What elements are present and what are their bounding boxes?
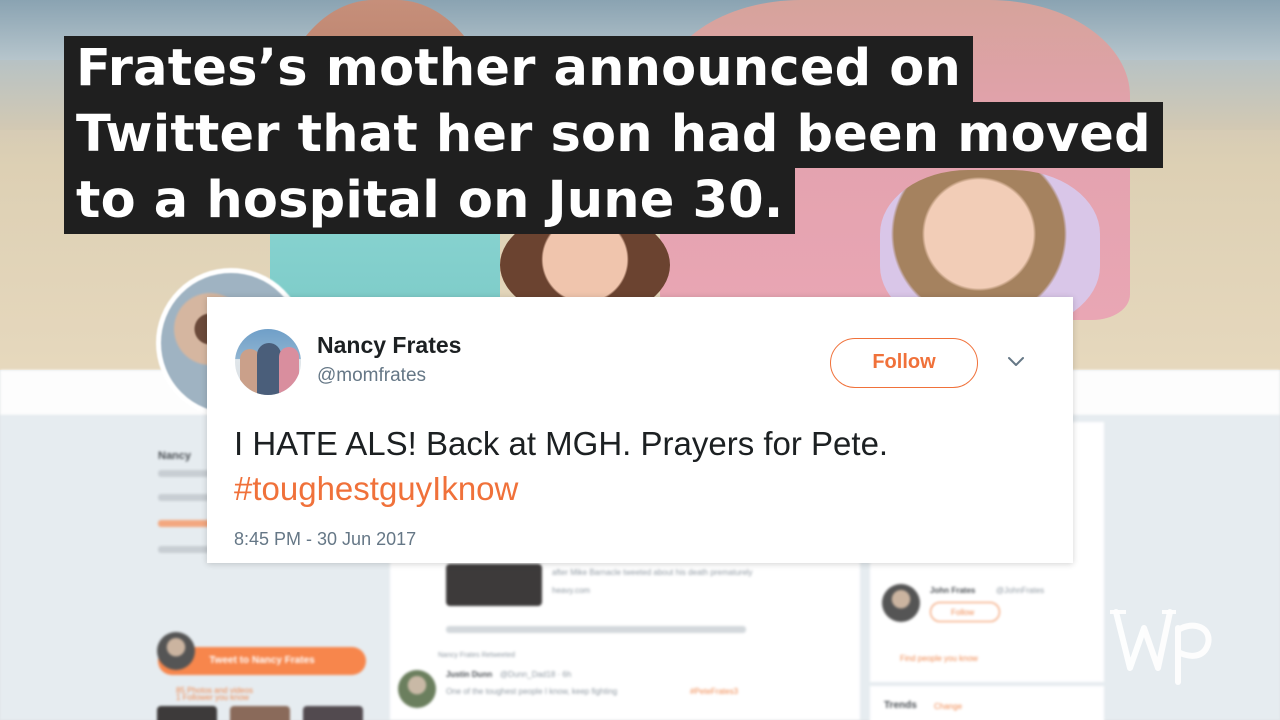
suggested-name[interactable]: John Frates [930,586,975,595]
suggested-avatar[interactable] [882,584,920,622]
tweet-timestamp[interactable]: 8:45 PM - 30 Jun 2017 [234,529,416,550]
reply-handle: @Dunn_Dad18 · 6h [500,670,572,679]
find-people-link[interactable]: Find people you know [900,654,978,663]
follower-avatar[interactable] [157,632,195,670]
avatar-figure [279,347,299,395]
avatar-figure [257,343,281,395]
suggested-follow-label: Follow [951,608,975,617]
tweet-body: I HATE ALS! Back at MGH. Prayers for Pet… [234,425,889,462]
media-thumb[interactable] [230,706,290,720]
trends-title: Trends [884,700,917,711]
chevron-down-icon[interactable] [1006,354,1026,370]
tweet-card: Nancy Frates @momfrates Follow I HATE AL… [207,297,1073,563]
author-avatar[interactable] [235,329,301,395]
trends-panel: Trends Change [870,686,1104,720]
media-thumb[interactable] [157,706,217,720]
reply-text: One of the toughest people I know, keep … [446,687,618,696]
link-card-image[interactable] [446,564,542,606]
wp-logo-icon [1110,609,1212,685]
profile-url-line [158,520,213,527]
author-handle[interactable]: @momfrates [317,365,426,387]
reply-hashtag[interactable]: #PeteFrates3 [690,687,738,696]
profile-name: Nancy [158,450,192,462]
suggested-follow-button[interactable]: Follow [930,602,1000,622]
tweet-actions-row[interactable] [446,626,746,633]
suggested-handle: @JohnFrates [996,586,1045,595]
retweet-context: Nancy Frates Retweeted [438,652,516,659]
trends-change-link[interactable]: Change [934,702,962,711]
photos-videos-link[interactable]: 85 Photos and videos [176,686,253,695]
reply-avatar[interactable] [398,670,436,708]
link-card-text[interactable]: after Mike Barnacle tweeted about his de… [552,568,753,577]
reply-author[interactable]: Justin Dunn [446,670,492,679]
tweet-hashtag[interactable]: #toughestguyIknow [234,470,518,507]
caption-line-2: Twitter that her son had been moved [64,102,1163,168]
tweet-text: I HATE ALS! Back at MGH. Prayers for Pet… [234,421,1054,511]
follow-button[interactable]: Follow [830,338,978,388]
caption-line-3: to a hospital on June 30. [64,168,796,234]
media-thumb[interactable] [303,706,363,720]
author-name[interactable]: Nancy Frates [317,332,461,359]
headline-caption: Frates’s mother announced on Twitter tha… [64,36,1163,234]
caption-line-1: Frates’s mother announced on [64,36,974,102]
link-card-domain: heavy.com [552,586,591,595]
